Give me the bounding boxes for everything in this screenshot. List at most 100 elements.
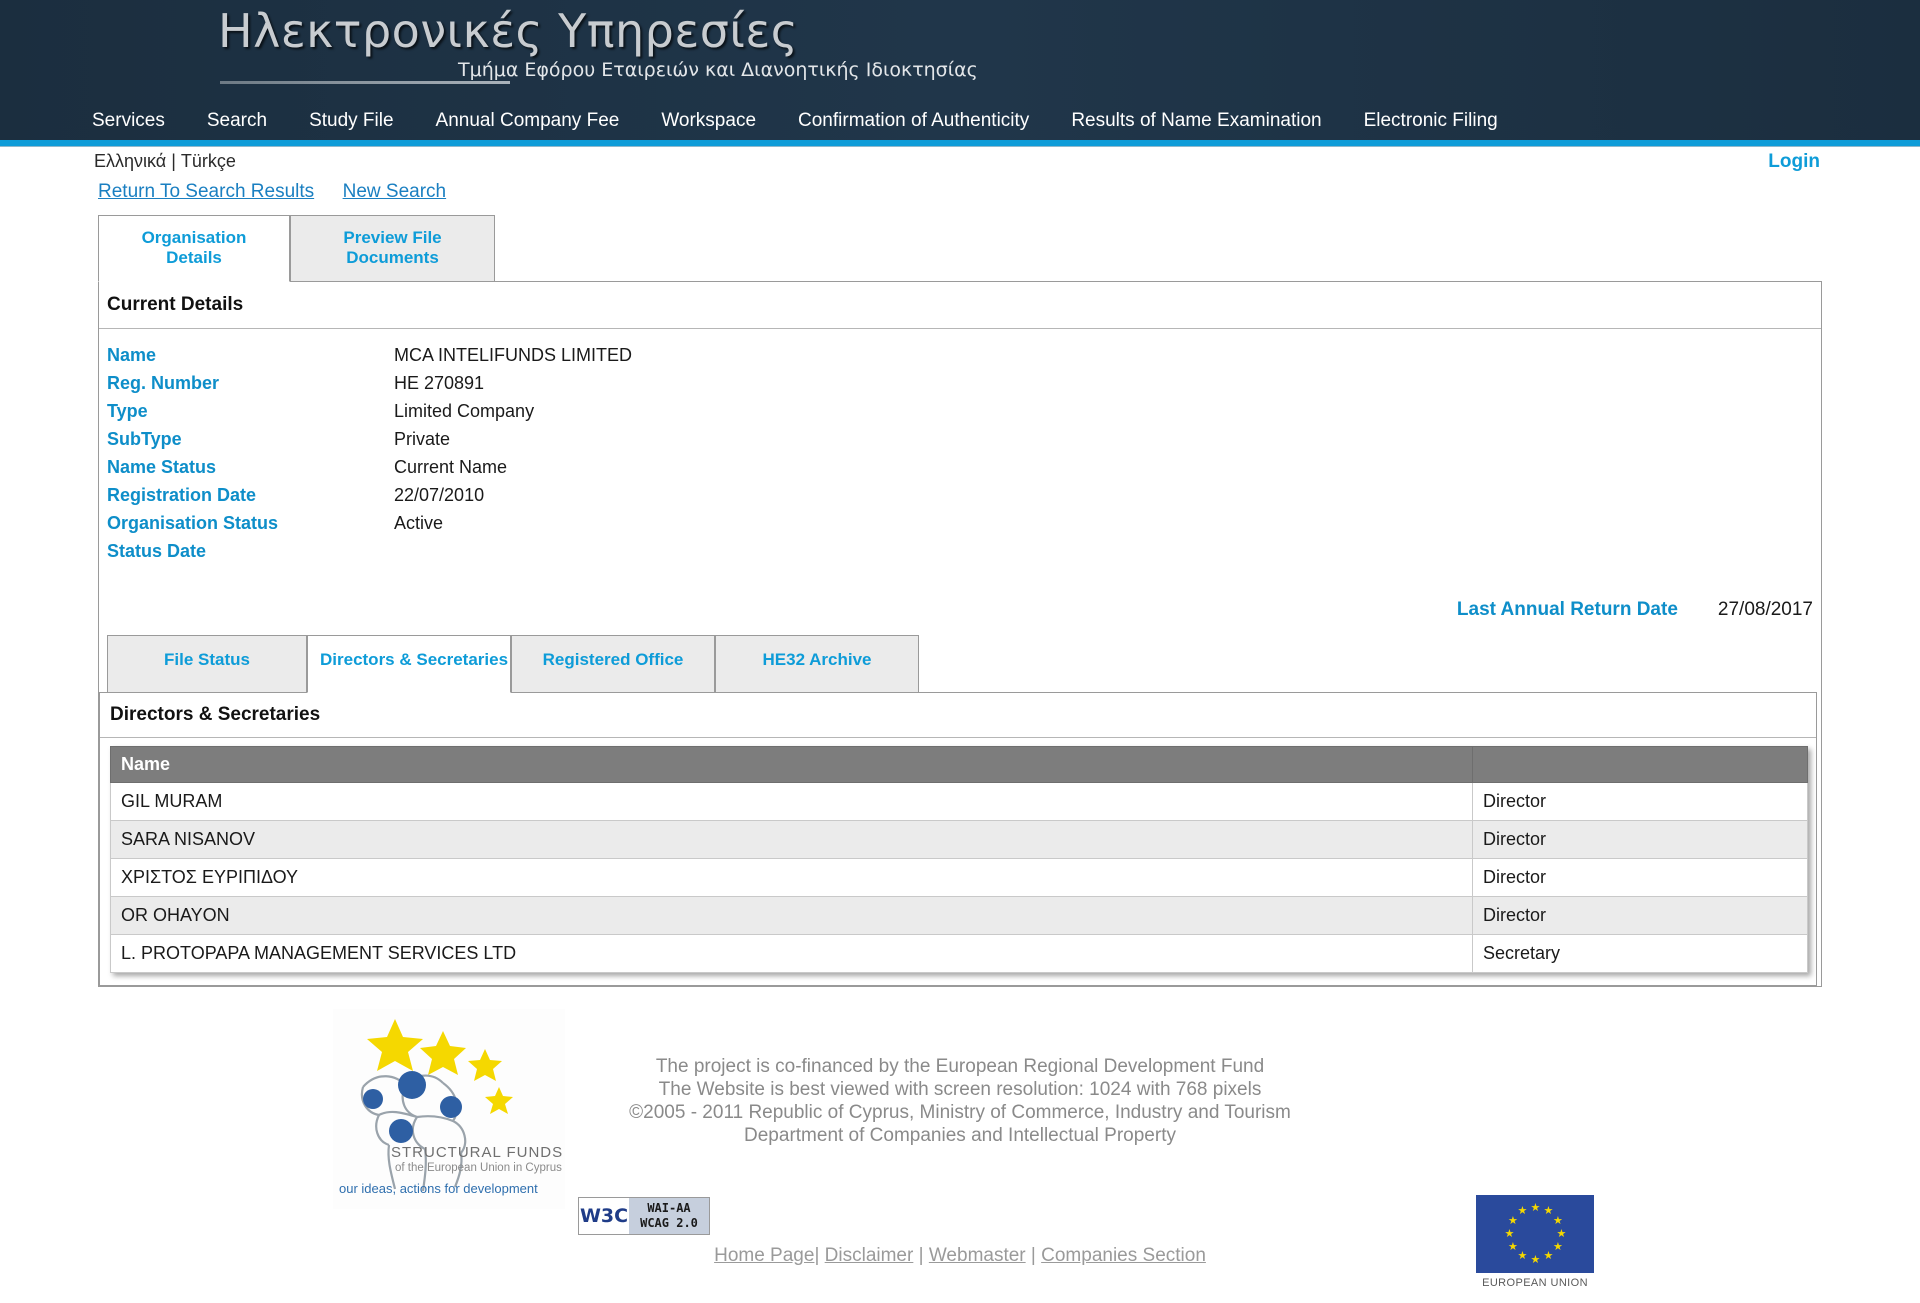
cell-name: GIL MURAM: [110, 782, 1473, 822]
nav-item-results-of-name-examination[interactable]: Results of Name Examination: [1050, 110, 1342, 132]
new-search-link[interactable]: New Search: [343, 181, 447, 202]
last-annual-return-value: 27/08/2017: [1717, 599, 1813, 621]
cell-name: L. PROTOPAPA MANAGEMENT SERVICES LTD: [110, 934, 1473, 974]
wcag-level: WAI-AA: [647, 1201, 691, 1216]
cell-role: Secretary: [1472, 934, 1808, 974]
table-row: L. PROTOPAPA MANAGEMENT SERVICES LTD Secr…: [110, 934, 1808, 974]
tab-organisation-details[interactable]: Organisation Details: [98, 215, 290, 283]
structural-funds-line3: our ideas, actions for development: [339, 1181, 538, 1197]
detail-row: SubType Private: [107, 425, 1821, 453]
cell-role: Director: [1472, 896, 1808, 936]
subtab-directors-secretaries[interactable]: Directors & Secretaries: [307, 635, 511, 694]
table-row: SARA NISANOV Director: [110, 820, 1808, 860]
table-row: ΧΡΙΣΤΟΣ ΕΥΡΙΠΙΔΟΥ Director: [110, 858, 1808, 898]
detail-value-name-status: Current Name: [394, 457, 508, 478]
current-details-list: Name MCA INTELIFUNDS LIMITED Reg. Number HE…: [99, 329, 1821, 569]
eu-caption: EUROPEAN UNION: [1482, 1277, 1588, 1290]
footer-link-companies-section[interactable]: Companies Section: [1041, 1245, 1206, 1266]
nav-item-annual-company-fee[interactable]: Annual Company Fee: [415, 110, 641, 132]
detail-row: Organisation Status Active: [107, 509, 1821, 537]
subtab-file-status[interactable]: File Status: [107, 635, 307, 694]
footer-note-line: Department of Companies and Intellectual…: [744, 1125, 1176, 1147]
page-footer: STRUCTURAL FUNDS of the European Union i…: [0, 1005, 1920, 1289]
wcag-conformance-text: WAI-AA WCAG 2.0: [629, 1198, 709, 1235]
w3c-logo: W3C: [579, 1198, 629, 1235]
european-union-logo: ★ ★ ★ ★ ★ ★ ★ ★ ★ ★ ★ ★ EUROPEAN UNION: [1476, 1195, 1594, 1289]
w3c-wcag-badge[interactable]: W3C WAI-AA WCAG 2.0: [578, 1197, 710, 1236]
structural-funds-line2: of the European Union in Cyprus: [395, 1162, 562, 1175]
nav-item-services[interactable]: Services: [92, 110, 186, 132]
organisation-details-panel: Current Details Name MCA INTELIFUNDS LIMI…: [98, 281, 1822, 988]
accent-bar: [0, 140, 1920, 147]
detail-value-organisation-status: Active: [394, 513, 444, 534]
action-links: Return To Search Results New Search: [0, 179, 1920, 215]
brand-subtitle: Τμήμα Εφόρου Εταιρειών και Διανοητικής Ι…: [458, 58, 978, 81]
detail-row: Reg. Number HE 270891: [107, 369, 1821, 397]
table-row: GIL MURAM Director: [110, 782, 1808, 822]
language-switcher[interactable]: Ελληνικά | Türkçe: [94, 151, 236, 171]
table-row: OR OHAYON Director: [110, 896, 1808, 936]
directors-table: Name GIL MURAM Director SARA NISANOV Direct…: [110, 746, 1808, 974]
detail-row: Type Limited Company: [107, 397, 1821, 425]
brand-block: Ηλεκτρονικές Υπηρεσίες Τμήμα Εφόρου Εται…: [218, 6, 1218, 89]
secondary-tabs: File Status Directors & Secretaries Regi…: [99, 635, 1821, 694]
eu-star-icon: ★: [1507, 1214, 1518, 1227]
footer-link-separator: |: [913, 1245, 929, 1267]
detail-row: Registration Date 22/07/2010: [107, 481, 1821, 509]
current-details-title: Current Details: [99, 282, 1821, 330]
nav-item-study-file[interactable]: Study File: [288, 110, 414, 132]
main-navigation: Services Search Study File Annual Company F…: [0, 110, 1920, 132]
detail-label-organisation-status: Organisation Status: [107, 513, 279, 534]
column-header-name[interactable]: Name: [110, 746, 1473, 784]
eu-star-icon: ★: [1517, 1205, 1528, 1218]
directors-table-wrapper: Name GIL MURAM Director SARA NISANOV Direct…: [100, 738, 1816, 985]
footer-note-line: ©2005 - 2011 Republic of Cyprus, Ministr…: [629, 1102, 1291, 1124]
detail-value-reg-number: HE 270891: [394, 373, 485, 394]
footer-links: Home Page| Disclaimer | Webmaster | Comp…: [0, 1245, 1920, 1267]
primary-tabs: Organisation Details Preview File Docume…: [98, 215, 1822, 283]
footer-link-separator: |: [1025, 1245, 1042, 1267]
column-header-role[interactable]: [1472, 746, 1808, 784]
detail-label-status-date: Status Date: [107, 541, 207, 562]
detail-row: Name MCA INTELIFUNDS LIMITED: [107, 341, 1821, 369]
detail-row: Name Status Current Name: [107, 453, 1821, 481]
detail-label-reg-number: Reg. Number: [107, 373, 220, 394]
tab-preview-file-documents[interactable]: Preview File Documents: [290, 215, 495, 283]
wcag-version: WCAG 2.0: [640, 1216, 698, 1231]
cell-role: Director: [1472, 782, 1808, 822]
cell-name: OR OHAYON: [110, 896, 1473, 936]
nav-item-workspace[interactable]: Workspace: [640, 110, 777, 132]
eu-star-icon: ★: [1530, 1201, 1541, 1214]
footer-link-webmaster[interactable]: Webmaster: [929, 1245, 1026, 1266]
footer-notes: The project is co-financed by the Europe…: [0, 1055, 1920, 1147]
nav-item-confirmation-of-authenticity[interactable]: Confirmation of Authenticity: [777, 110, 1050, 132]
page-content: Organisation Details Preview File Docume…: [0, 215, 1920, 988]
cell-role: Director: [1472, 858, 1808, 898]
table-header-row: Name: [110, 746, 1808, 784]
login-link[interactable]: Login: [1768, 151, 1820, 173]
nav-item-electronic-filing[interactable]: Electronic Filing: [1343, 110, 1519, 132]
footer-link-disclaimer[interactable]: Disclaimer: [825, 1245, 914, 1266]
subtab-he32-archive[interactable]: HE32 Archive: [715, 635, 919, 694]
return-to-search-results-link[interactable]: Return To Search Results: [98, 181, 314, 202]
footer-link-separator: |: [814, 1245, 825, 1267]
detail-label-subtype: SubType: [107, 429, 182, 450]
eu-star-icon: ★: [1543, 1205, 1554, 1218]
cell-role: Director: [1472, 820, 1808, 860]
footer-note-line: The project is co-financed by the Europe…: [655, 1056, 1265, 1078]
site-header: Ηλεκτρονικές Υπηρεσίες Τμήμα Εφόρου Εται…: [0, 0, 1920, 140]
detail-value-registration-date: 22/07/2010: [394, 485, 485, 506]
detail-row: Status Date: [107, 537, 1821, 565]
directors-secretaries-title: Directors & Secretaries: [100, 693, 1816, 739]
footer-link-home-page[interactable]: Home Page: [714, 1245, 814, 1266]
directors-table-body: GIL MURAM Director SARA NISANOV Director ΧΡΙ…: [110, 782, 1808, 974]
nav-item-search[interactable]: Search: [186, 110, 288, 132]
detail-label-name-status: Name Status: [107, 457, 217, 478]
eu-star-icon: ★: [1556, 1227, 1567, 1240]
detail-label-registration-date: Registration Date: [107, 485, 257, 506]
detail-label-name: Name: [107, 345, 157, 366]
detail-value-type: Limited Company: [394, 401, 535, 422]
cell-name: SARA NISANOV: [110, 820, 1473, 860]
subtab-registered-office[interactable]: Registered Office: [511, 635, 715, 694]
detail-value-name: MCA INTELIFUNDS LIMITED: [394, 345, 633, 366]
